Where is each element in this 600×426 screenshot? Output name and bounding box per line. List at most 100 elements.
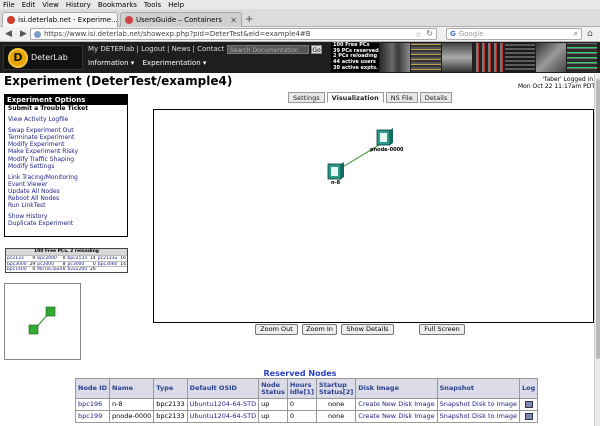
node-id-link[interactable]: bpc196 bbox=[74, 398, 111, 411]
table-row: bpc196 n-8 bpc2133 Ubuntu1204-64-STD up … bbox=[74, 398, 539, 411]
free-pcs-cell[interactable]: pc2133u 16 bbox=[97, 256, 127, 261]
column-header: Startup Status[2] bbox=[316, 378, 357, 399]
menu-tools[interactable]: Tools bbox=[144, 1, 161, 9]
create-disk-image-link[interactable]: Create New Disk Image bbox=[355, 410, 438, 423]
startup-status-cell: none bbox=[316, 410, 357, 423]
tab-details[interactable]: Details bbox=[419, 92, 453, 103]
free-pcs-cell[interactable]: MicroCloud 0 bbox=[36, 267, 66, 272]
tab-visualization[interactable]: Visualization bbox=[326, 92, 384, 103]
browser-search-input[interactable]: G Google ⌕ bbox=[446, 28, 582, 40]
console-log-icon[interactable] bbox=[524, 400, 533, 408]
free-pcs-cell[interactable]: pc2000 8 bbox=[36, 262, 66, 267]
doc-search-input[interactable]: Search Documentation bbox=[227, 45, 309, 54]
free-pcs-cell[interactable]: bpc3060 14 bbox=[97, 262, 127, 267]
url-text: https://www.isi.deterlab.net/showexp.php… bbox=[44, 30, 311, 38]
stat-line: 30 active expts. bbox=[333, 64, 378, 71]
site-identity-icon[interactable] bbox=[34, 30, 41, 38]
duplicate-experiment-link[interactable]: Duplicate Experiment bbox=[5, 220, 127, 227]
bookmark-star-icon[interactable]: ☆ bbox=[415, 30, 422, 39]
home-icon[interactable]: ⌂ bbox=[587, 29, 593, 39]
menu-history[interactable]: History bbox=[66, 1, 91, 9]
browser-tab-active[interactable]: isi.deterlab.net - Experime... ✕ bbox=[2, 12, 118, 27]
node-n-8[interactable] bbox=[327, 162, 344, 180]
deterlab-logo[interactable]: D DeterLab bbox=[3, 45, 83, 70]
modify-experiment-link[interactable]: Modify Experiment bbox=[5, 141, 127, 148]
event-viewer-link[interactable]: Event Viewer bbox=[5, 181, 127, 188]
free-pcs-cell[interactable]: bvx2200 26 bbox=[67, 267, 97, 272]
menu-edit[interactable]: Edit bbox=[22, 1, 36, 9]
free-pcs-table: 100 Free PCs, 2 reloading pc2133 9 bpc2000… bbox=[5, 248, 128, 273]
tab-title: UsersGuide – Containers bbox=[136, 16, 222, 24]
make-experiment-risky-link[interactable]: Make Experiment Risky bbox=[5, 148, 127, 155]
main-menu: Information ▾ Experimentation ▾ bbox=[88, 59, 212, 67]
back-icon[interactable]: ◀ bbox=[2, 28, 15, 40]
node-status-cell: up bbox=[258, 410, 288, 423]
new-tab-icon[interactable]: + bbox=[245, 14, 253, 25]
reload-icon[interactable]: ↻ bbox=[426, 29, 433, 38]
zoom-out-button[interactable]: Zoom Out bbox=[255, 324, 298, 335]
browser-menubar: File Edit View History Bookmarks Tools H… bbox=[0, 0, 600, 9]
free-pcs-cell[interactable]: bpc2000 0 bbox=[36, 256, 66, 261]
terminate-experiment-link[interactable]: Terminate Experiment bbox=[5, 134, 127, 141]
free-pcs-row: pc2133 9 bpc2000 0 bpc2133 14 pc2133u 16 bbox=[6, 255, 127, 261]
search-icon[interactable]: ⌕ bbox=[574, 29, 578, 39]
link-tracing-link[interactable]: Link Tracing/Monitoring bbox=[5, 174, 127, 181]
snapshot-disk-link[interactable]: Snapshot Disk to Image bbox=[436, 398, 521, 411]
logout-link[interactable]: Logout bbox=[141, 45, 165, 53]
free-pcs-cell[interactable]: pc2133 9 bbox=[6, 256, 36, 261]
rack-photo bbox=[566, 43, 597, 72]
go-button[interactable]: Go bbox=[311, 45, 322, 54]
tab-ns-file[interactable]: NS File bbox=[385, 92, 418, 103]
logo-text: DeterLab bbox=[31, 53, 68, 62]
server-rack-banner bbox=[380, 43, 598, 72]
free-pcs-cell[interactable]: pc3000 0 bbox=[67, 262, 97, 267]
menu-bookmarks[interactable]: Bookmarks bbox=[98, 1, 137, 9]
free-pcs-cell[interactable] bbox=[97, 267, 127, 272]
osid-link[interactable]: Ubuntu1204-64-STD bbox=[186, 398, 260, 411]
topology-graph bbox=[327, 128, 393, 180]
full-screen-button[interactable]: Full Screen bbox=[419, 324, 465, 335]
free-pcs-cell[interactable]: bpc3000 29 bbox=[6, 262, 36, 267]
page-scrollbar[interactable] bbox=[594, 74, 600, 426]
tab-settings[interactable]: Settings bbox=[288, 92, 325, 103]
snapshot-disk-link[interactable]: Snapshot Disk to Image bbox=[436, 410, 521, 423]
show-history-link[interactable]: Show History bbox=[5, 213, 127, 220]
hours-idle-cell: 0 bbox=[286, 410, 318, 423]
menu-file[interactable]: File bbox=[3, 1, 15, 9]
topology-visualization[interactable]: pnode-0000 n-8 bbox=[153, 109, 594, 323]
scrollbar-thumb[interactable] bbox=[596, 79, 600, 359]
osid-link[interactable]: Ubuntu1204-64-STD bbox=[186, 410, 260, 423]
close-tab-icon[interactable]: ✕ bbox=[227, 16, 237, 25]
information-menu[interactable]: Information ▾ bbox=[88, 59, 134, 67]
my-deterlab-link[interactable]: My DETERlab bbox=[88, 45, 134, 53]
run-linktest-link[interactable]: Run LinkTest bbox=[5, 202, 127, 209]
console-log-icon[interactable] bbox=[524, 412, 533, 420]
create-disk-image-link[interactable]: Create New Disk Image bbox=[355, 398, 438, 411]
node-pnode-0000[interactable] bbox=[376, 128, 393, 146]
menu-view[interactable]: View bbox=[42, 1, 59, 9]
submit-trouble-ticket-link[interactable]: Submit a Trouble Ticket bbox=[5, 105, 127, 112]
rack-photo bbox=[504, 43, 535, 72]
reboot-all-nodes-link[interactable]: Reboot All Nodes bbox=[5, 195, 127, 202]
experimentation-menu[interactable]: Experimentation ▾ bbox=[143, 59, 207, 67]
log-cell bbox=[519, 398, 539, 411]
view-activity-logfile-link[interactable]: View Activity Logfile bbox=[5, 116, 127, 123]
rack-photo bbox=[411, 43, 442, 72]
modify-settings-link[interactable]: Modify Settings bbox=[5, 163, 127, 170]
free-pcs-cell[interactable]: bpc1400 0 bbox=[6, 267, 36, 272]
url-bar[interactable]: https://www.isi.deterlab.net/showexp.php… bbox=[30, 28, 437, 40]
free-pcs-cell[interactable]: bpc2133 14 bbox=[67, 256, 97, 261]
modify-traffic-shaping-link[interactable]: Modify Traffic Shaping bbox=[5, 156, 127, 163]
menu-help[interactable]: Help bbox=[168, 1, 184, 9]
news-link[interactable]: News bbox=[172, 45, 191, 53]
topology-minimap[interactable] bbox=[4, 283, 81, 360]
browser-tab[interactable]: UsersGuide – Containers ✕ bbox=[120, 12, 242, 27]
minimap-graph bbox=[28, 306, 56, 335]
forward-icon[interactable]: ▶ bbox=[17, 28, 30, 40]
node-id-link[interactable]: bpc199 bbox=[74, 410, 111, 423]
update-all-nodes-link[interactable]: Update All Nodes bbox=[5, 188, 127, 195]
swap-experiment-out-link[interactable]: Swap Experiment Out bbox=[5, 127, 127, 134]
show-details-button[interactable]: Show Details bbox=[341, 324, 394, 335]
column-header: Hours Idle[1] bbox=[286, 378, 318, 399]
zoom-in-button[interactable]: Zoom In bbox=[302, 324, 337, 335]
